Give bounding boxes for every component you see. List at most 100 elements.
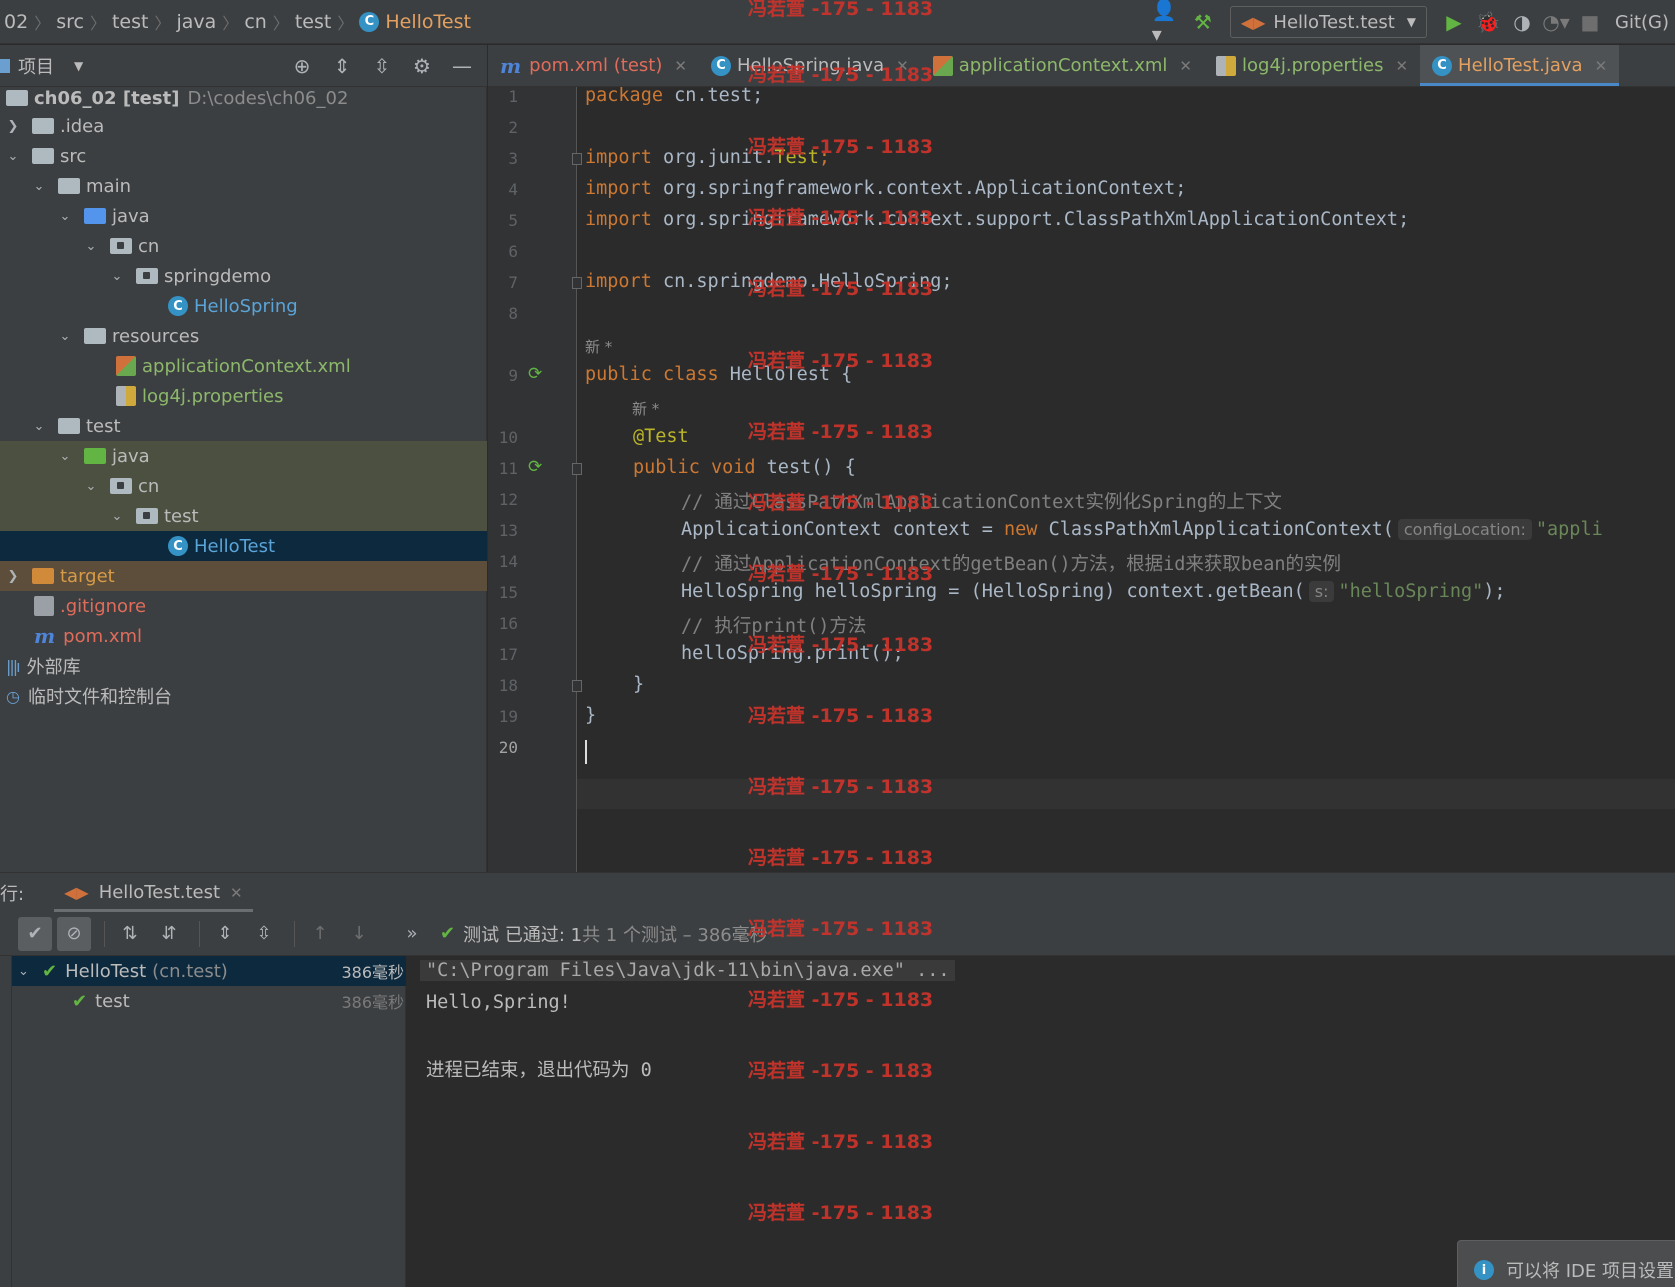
profile-icon[interactable]: ◔▾ — [1539, 5, 1573, 39]
breadcrumb-test[interactable]: test — [108, 11, 153, 33]
properties-file-icon — [116, 386, 136, 406]
breadcrumb-test-package[interactable]: test — [291, 11, 336, 33]
test-row-class[interactable]: ⌄ ✔ HelloTest (cn.test) 386毫秒 — [12, 956, 406, 986]
stop-icon[interactable]: ■ — [1573, 5, 1607, 39]
run-icon[interactable]: ▶ — [1437, 5, 1471, 39]
git-menu[interactable]: Git(G) — [1607, 12, 1675, 33]
chevron-down-icon[interactable]: ⌄ — [84, 239, 98, 254]
package-icon — [110, 478, 132, 494]
build-hammer-icon[interactable]: ⚒ — [1186, 5, 1220, 39]
tree-item-scratches[interactable]: ◷ 临时文件和控制台 — [0, 681, 487, 711]
expand-all-icon[interactable]: ⇕ — [208, 917, 242, 951]
tab-pom-xml[interactable]: m pom.xml (test) ✕ — [488, 45, 699, 86]
chevron-down-icon[interactable]: ⌄ — [6, 149, 20, 164]
chevron-down-icon[interactable]: ⌄ — [110, 269, 124, 284]
locate-icon[interactable]: ⊕ — [287, 54, 317, 78]
sort-by-duration-icon[interactable]: ⇵ — [152, 917, 186, 951]
chevron-down-icon[interactable]: ⌄ — [58, 209, 72, 224]
next-failed-icon[interactable]: ↓ — [342, 917, 376, 951]
tree-item-main-cn[interactable]: ⌄ cn — [0, 231, 487, 261]
chevron-down-icon[interactable]: ⌄ — [32, 179, 46, 194]
tab-applicationcontext-xml[interactable]: applicationContext.xml ✕ — [921, 45, 1204, 86]
fold-marker-icon[interactable] — [572, 153, 582, 165]
chevron-down-icon[interactable]: ⌄ — [58, 329, 72, 344]
parameter-hint: s: — [1308, 581, 1335, 602]
breadcrumb-java[interactable]: java — [172, 11, 220, 33]
breadcrumb-separator: 〉 — [34, 13, 51, 33]
chevron-down-icon[interactable]: ⌄ — [32, 419, 46, 434]
tree-item-resources[interactable]: ⌄ resources — [0, 321, 487, 351]
run-test-gutter-icon[interactable]: ⟳ — [528, 457, 548, 477]
console-output[interactable]: "C:\Program Files\Java\jdk-11\bin\java.e… — [406, 956, 1675, 1287]
user-icon[interactable]: 👤▾ — [1152, 0, 1186, 46]
tree-item-hellotest[interactable]: C HelloTest — [0, 531, 487, 561]
console-line: Hello,Spring! — [426, 992, 571, 1013]
debug-icon[interactable]: 🐞 — [1471, 5, 1505, 39]
hide-icon[interactable]: — — [447, 54, 477, 78]
usage-hint[interactable]: 新 * — [585, 336, 612, 357]
breadcrumb-cn[interactable]: cn — [240, 11, 271, 33]
tree-item-external-libraries[interactable]: |||ı 外部库 — [0, 651, 487, 681]
chevron-right-icon[interactable]: ❯ — [6, 569, 20, 584]
fold-marker-icon[interactable] — [572, 463, 582, 475]
coverage-icon[interactable]: ◑ — [1505, 5, 1539, 39]
test-duration: 386毫秒 — [341, 993, 404, 1012]
gear-icon[interactable]: ⚙ — [407, 54, 437, 78]
breadcrumb-src[interactable]: src — [52, 11, 88, 33]
collapse-all-icon[interactable]: ⇳ — [247, 917, 281, 951]
close-icon[interactable]: ✕ — [1595, 57, 1608, 75]
watermark: 冯若萱 -175 - 1183 — [748, 350, 934, 372]
tree-item-applicationcontext[interactable]: applicationContext.xml — [0, 351, 487, 381]
show-ignored-icon[interactable]: ⊘ — [57, 916, 91, 951]
tree-item-log4j[interactable]: log4j.properties — [0, 381, 487, 411]
tree-item-gitignore[interactable]: .gitignore — [0, 591, 487, 621]
close-icon[interactable]: ✕ — [1395, 57, 1408, 75]
test-row-method[interactable]: ✔ test 386毫秒 — [12, 986, 406, 1016]
tree-item-idea[interactable]: ❯ .idea — [0, 111, 487, 141]
chevron-down-icon[interactable]: ⌄ — [58, 449, 72, 464]
breadcrumb-module[interactable]: 02 — [0, 11, 32, 33]
breadcrumb-current-label: HelloTest — [385, 10, 471, 33]
tree-item-target[interactable]: ❯ target — [0, 561, 487, 591]
watermark: 冯若萱 -175 - 1183 — [748, 634, 934, 656]
tree-item-pom[interactable]: m pom.xml — [0, 621, 487, 651]
tree-item-test-java[interactable]: ⌄ java — [0, 441, 487, 471]
chevron-down-icon[interactable]: ⌄ — [110, 509, 124, 524]
run-test-gutter-icon[interactable]: ⟳ — [528, 364, 548, 384]
previous-failed-icon[interactable]: ↑ — [303, 917, 337, 951]
code-editor[interactable]: 1 2 3 4 5 6 7 8 9 10 11 12 13 14 15 16 1… — [488, 87, 1675, 872]
notification-balloon[interactable]: i 可以将 IDE 项目设置... — [1457, 1240, 1675, 1287]
tree-item-main-java[interactable]: ⌄ java — [0, 201, 487, 231]
line-number: 12 — [498, 490, 518, 509]
close-icon[interactable]: ✕ — [674, 57, 687, 75]
fold-marker-icon[interactable] — [572, 277, 582, 289]
tab-log4j-properties[interactable]: log4j.properties ✕ — [1204, 45, 1420, 86]
tree-item-test[interactable]: ⌄ test — [0, 411, 487, 441]
sort-alphabetically-icon[interactable]: ⇅ — [113, 917, 147, 951]
run-configuration-select[interactable]: ◀▶ HelloTest.test ▼ — [1229, 6, 1427, 38]
show-passed-icon[interactable]: ✔ — [18, 916, 52, 951]
run-tab-hellotest[interactable]: ◀▶ HelloTest.test ✕ — [54, 873, 253, 913]
tree-item-main[interactable]: ⌄ main — [0, 171, 487, 201]
collapse-all-icon[interactable]: ⇳ — [367, 54, 397, 78]
expand-all-icon[interactable]: ⇕ — [327, 54, 357, 78]
more-options-icon[interactable]: » — [395, 917, 429, 951]
chevron-right-icon[interactable]: ❯ — [6, 119, 20, 134]
project-tree: ch06_02 [test] D:\codes\ch06_02 ❯ .idea … — [0, 87, 487, 872]
tree-item-src[interactable]: ⌄ src — [0, 141, 487, 171]
tab-hellotest-java[interactable]: C HelloTest.java ✕ — [1420, 45, 1620, 86]
tree-item-test-package[interactable]: ⌄ test — [0, 501, 487, 531]
chevron-down-icon[interactable]: ⌄ — [84, 479, 98, 494]
fold-marker-icon[interactable] — [572, 680, 582, 692]
tree-item-project-root[interactable]: ch06_02 [test] D:\codes\ch06_02 — [0, 83, 487, 113]
usage-hint[interactable]: 新 * — [632, 398, 659, 419]
chevron-down-icon[interactable]: ⌄ — [18, 964, 32, 979]
tree-item-hellospring[interactable]: C HelloSpring — [0, 291, 487, 321]
close-icon[interactable]: ✕ — [1179, 57, 1192, 75]
close-icon[interactable]: ✕ — [230, 884, 243, 902]
tree-item-test-cn[interactable]: ⌄ cn — [0, 471, 487, 501]
breadcrumb-current-class[interactable]: C HelloTest — [355, 11, 475, 33]
tab-label: HelloTest.java — [1458, 55, 1583, 76]
tree-item-springdemo[interactable]: ⌄ springdemo — [0, 261, 487, 291]
project-view-selector[interactable]: 项目 ▼ — [0, 53, 83, 79]
